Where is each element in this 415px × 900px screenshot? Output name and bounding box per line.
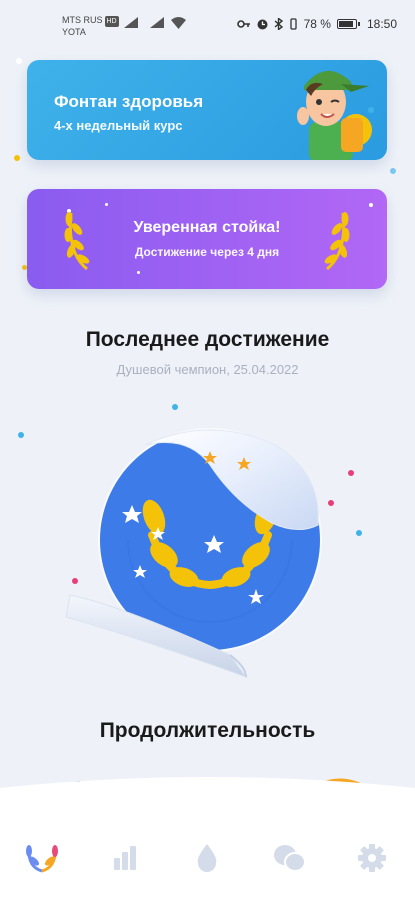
bottom-nav [0, 838, 415, 883]
battery-icon [336, 19, 360, 29]
duration-heading: Продолжительность [99, 719, 316, 742]
latest-achievement-heading: Последнее достижение [85, 328, 330, 351]
alarm-icon [257, 19, 268, 29]
latest-achievement-detail: Душевой чемпион, 25.04.2022 [116, 362, 299, 377]
confetti-dot [14, 155, 20, 161]
signal-icon [150, 17, 164, 28]
course-title: Фонтан здоровья [54, 92, 204, 111]
nav-settings[interactable] [352, 838, 392, 878]
battery-percent: 78 % [303, 17, 331, 31]
confetti-dot [18, 432, 24, 438]
bluetooth-icon [274, 18, 283, 30]
clock: 18:50 [366, 17, 397, 31]
bar-chart-icon [114, 846, 136, 870]
nav-achievements[interactable] [22, 838, 62, 878]
confetti-dot [16, 58, 22, 64]
gear-icon [358, 844, 386, 872]
sparkle-dot [105, 203, 108, 206]
laurel-left-icon [64, 212, 90, 271]
chat-bubbles-icon [274, 845, 305, 872]
laurel-icon [26, 845, 58, 873]
upcoming-achievement-subtitle: Достижение через 4 дня [134, 245, 280, 259]
carrier-info: MTS RUS HD YOTA [62, 15, 119, 38]
hd-badge: HD [104, 16, 119, 27]
sparkle-dot [137, 271, 140, 274]
upcoming-achievement-title: Уверенная стойка! [133, 219, 281, 236]
hiker-mascot-icon [297, 70, 374, 160]
course-subtitle: 4-х недельный курс [54, 118, 183, 133]
achievement-badge-sticker[interactable] [60, 405, 360, 705]
laurel-right-icon [324, 212, 350, 271]
vibrate-icon [289, 18, 297, 30]
confetti-dot [390, 168, 396, 174]
upcoming-achievement-card[interactable]: Уверенная стойка! Достижение через 4 дня [27, 189, 387, 289]
nav-statistics[interactable] [105, 838, 145, 878]
water-drop-icon [197, 844, 217, 872]
wifi-icon [171, 17, 186, 29]
carrier-primary: MTS RUS [62, 15, 103, 25]
course-card[interactable]: Фонтан здоровья 4-х недельный курс [27, 60, 387, 160]
carrier-secondary: YOTA [62, 27, 86, 37]
nav-water[interactable] [187, 838, 227, 878]
sparkle-dot [369, 203, 373, 207]
status-bar: MTS RUS HD YOTA 78 % 18:50 [0, 0, 415, 42]
key-icon [236, 20, 250, 28]
signal-icon [124, 17, 138, 28]
nav-chat[interactable] [269, 838, 309, 878]
